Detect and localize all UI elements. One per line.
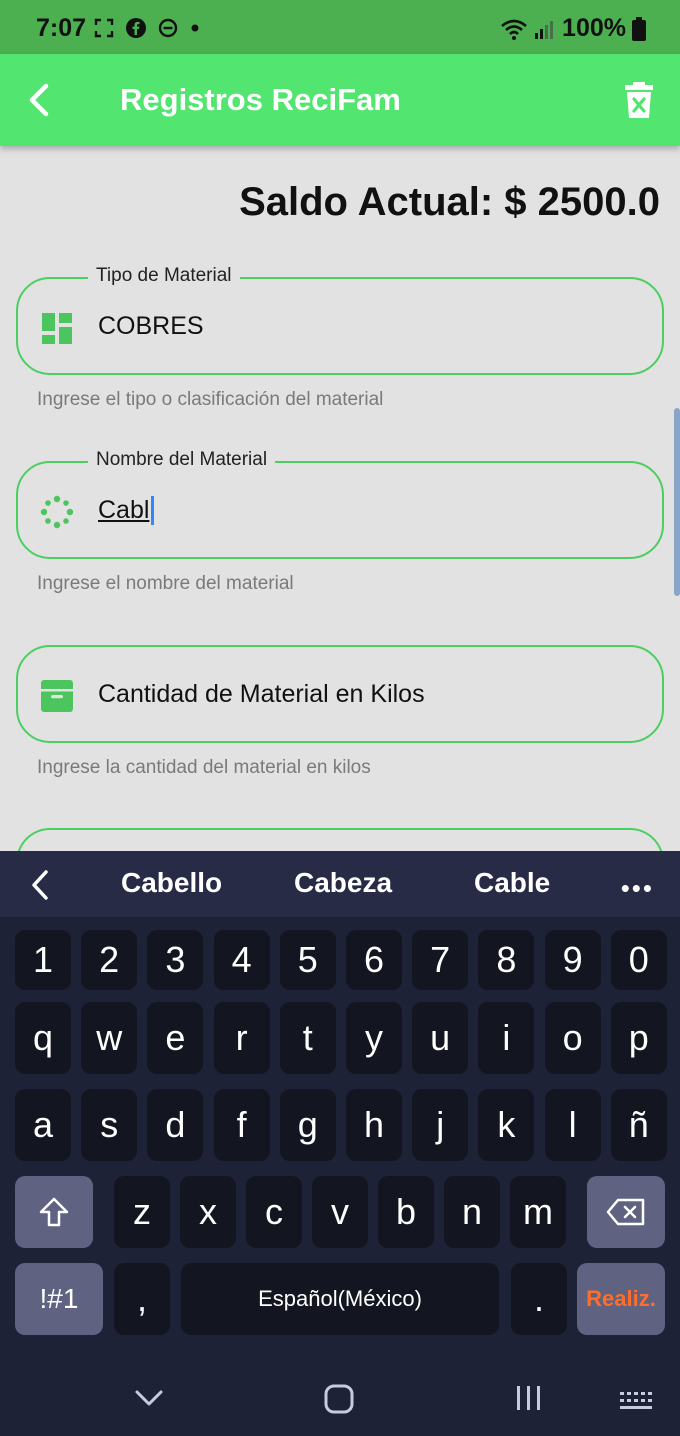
key-p[interactable]: p: [610, 1002, 667, 1074]
key-e[interactable]: e: [147, 1002, 204, 1074]
key-3[interactable]: 3: [147, 930, 204, 990]
balance-label: Saldo Actual: $ 2500.0: [239, 180, 660, 224]
key-u[interactable]: u: [412, 1002, 469, 1074]
key-ñ[interactable]: ñ: [610, 1089, 667, 1161]
key-8[interactable]: 8: [478, 930, 535, 990]
key-f[interactable]: f: [213, 1089, 270, 1161]
dot-icon: [191, 24, 199, 32]
scrollbar[interactable]: [674, 408, 680, 596]
key-0[interactable]: 0: [610, 930, 667, 990]
material-name-label: Nombre del Material: [88, 449, 276, 471]
keyboard-switch-icon[interactable]: [618, 1390, 654, 1412]
key-7[interactable]: 7: [412, 930, 469, 990]
dashboard-icon: [42, 313, 72, 344]
key-l[interactable]: l: [544, 1089, 601, 1161]
material-name-value: Cabl: [98, 496, 150, 524]
app-title: Registros ReciFam: [120, 82, 401, 117]
suggestion-1[interactable]: Cabello: [121, 867, 222, 899]
key-5[interactable]: 5: [279, 930, 336, 990]
key-m[interactable]: m: [510, 1176, 566, 1248]
soft-keyboard: Cabello Cabeza Cable ••• 1234567890 qwer…: [0, 851, 680, 1436]
key-g[interactable]: g: [279, 1089, 336, 1161]
archive-icon: [41, 680, 73, 712]
suggestion-bar: Cabello Cabeza Cable •••: [0, 851, 680, 917]
text-cursor: [151, 496, 154, 525]
more-options-icon[interactable]: •••: [621, 873, 654, 904]
chevron-left-icon[interactable]: [28, 869, 54, 901]
key-x[interactable]: x: [180, 1176, 236, 1248]
period-key[interactable]: .: [511, 1263, 567, 1335]
status-icons-left: [94, 18, 200, 38]
app-bar: Registros ReciFam: [0, 54, 680, 146]
key-d[interactable]: d: [147, 1089, 204, 1161]
key-t[interactable]: t: [279, 1002, 336, 1074]
recent-apps-icon[interactable]: [514, 1384, 544, 1412]
key-q[interactable]: q: [15, 1002, 71, 1074]
key-1[interactable]: 1: [15, 930, 71, 990]
material-type-label: Tipo de Material: [88, 265, 240, 287]
delete-icon[interactable]: [624, 82, 654, 118]
key-b[interactable]: b: [378, 1176, 434, 1248]
backspace-icon: [606, 1198, 645, 1226]
material-quantity-helper: Ingrese la cantidad del material en kilo…: [37, 757, 371, 778]
key-n[interactable]: n: [444, 1176, 500, 1248]
status-icons-right: 100%: [500, 14, 646, 43]
status-bar: 7:07 100%: [0, 0, 680, 54]
material-name-helper: Ingrese el nombre del material: [37, 573, 294, 594]
key-c[interactable]: c: [246, 1176, 302, 1248]
dnd-icon: [158, 18, 178, 38]
key-j[interactable]: j: [412, 1089, 469, 1161]
key-k[interactable]: k: [478, 1089, 535, 1161]
status-time: 7:07: [36, 14, 87, 42]
material-quantity-placeholder[interactable]: Cantidad de Material en Kilos: [98, 680, 425, 709]
facebook-icon: [126, 18, 146, 38]
comma-key[interactable]: ,: [114, 1263, 170, 1335]
chevron-down-icon[interactable]: [134, 1388, 164, 1408]
shift-key[interactable]: [15, 1176, 93, 1248]
key-v[interactable]: v: [312, 1176, 368, 1248]
material-name-input[interactable]: Cabl: [98, 496, 149, 525]
key-h[interactable]: h: [346, 1089, 402, 1161]
battery-icon: [632, 16, 646, 41]
key-s[interactable]: s: [81, 1089, 138, 1161]
key-a[interactable]: a: [15, 1089, 71, 1161]
material-quantity-field[interactable]: Cantidad de Material en Kilos: [16, 645, 664, 743]
symbols-key[interactable]: !#1: [15, 1263, 103, 1335]
material-type-field[interactable]: Tipo de Material COBRES: [16, 265, 664, 375]
suggestion-3[interactable]: Cable: [474, 867, 550, 899]
material-type-value[interactable]: COBRES: [98, 312, 204, 341]
key-z[interactable]: z: [114, 1176, 170, 1248]
key-w[interactable]: w: [81, 1002, 138, 1074]
key-4[interactable]: 4: [213, 930, 270, 990]
key-y[interactable]: y: [346, 1002, 402, 1074]
backspace-key[interactable]: [587, 1176, 665, 1248]
key-2[interactable]: 2: [81, 930, 138, 990]
screenshot-icon: [94, 18, 114, 38]
arrow-back-icon[interactable]: [22, 80, 62, 120]
signal-icon: [535, 20, 554, 39]
key-9[interactable]: 9: [544, 930, 601, 990]
wifi-icon: [501, 19, 527, 40]
key-i[interactable]: i: [478, 1002, 535, 1074]
space-key[interactable]: Español(México): [181, 1263, 499, 1335]
material-type-helper: Ingrese el tipo o clasificación del mate…: [37, 389, 384, 410]
key-o[interactable]: o: [544, 1002, 601, 1074]
home-icon[interactable]: [324, 1384, 354, 1414]
shift-icon: [39, 1197, 69, 1227]
suggestion-2[interactable]: Cabeza: [294, 867, 392, 899]
spinner-icon: [40, 495, 74, 529]
key-6[interactable]: 6: [346, 930, 402, 990]
material-name-field[interactable]: Nombre del Material Cabl: [16, 449, 664, 559]
navigation-bar: [0, 1360, 680, 1436]
battery-percent: 100%: [562, 14, 626, 42]
key-r[interactable]: r: [213, 1002, 270, 1074]
done-key[interactable]: Realiz.: [577, 1263, 665, 1335]
